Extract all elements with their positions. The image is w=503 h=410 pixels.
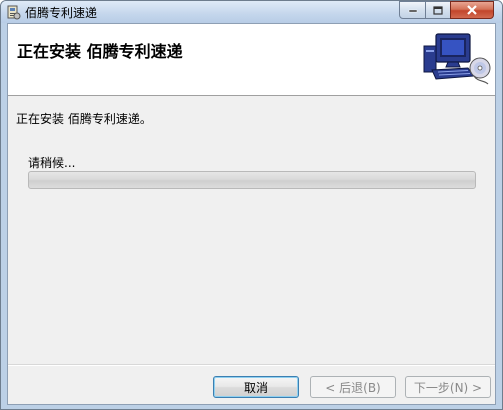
installer-window: 佰腾专利速递 正在安装 佰腾专利速递 正在安装 佰腾专利速递。 请稍候... 取… [0,0,503,410]
minimize-icon [408,9,417,13]
back-button[interactable]: < 后退(B) [310,376,396,398]
footer-divider [8,364,495,366]
close-button[interactable] [450,1,494,19]
computer-cd-icon [418,28,494,92]
cancel-button[interactable]: 取消 [213,376,299,398]
maximize-icon [433,5,443,15]
dialog-client-area: 正在安装 佰腾专利速递 正在安装 佰腾专利速递。 请稍候... 取消 < 后退(… [7,23,496,405]
minimize-button[interactable] [399,1,426,19]
maximize-button[interactable] [425,1,451,19]
banner-title: 正在安装 佰腾专利速递 [17,42,183,61]
close-icon [467,5,477,15]
header-banner: 正在安装 佰腾专利速递 [8,24,495,96]
install-status-text: 正在安装 佰腾专利速递。 [16,112,152,126]
window-title: 佰腾专利速递 [25,6,98,20]
next-button[interactable]: 下一步(N) > [405,376,491,398]
title-bar[interactable]: 佰腾专利速递 [1,1,502,23]
installer-app-icon[interactable] [5,4,21,20]
install-progress-bar [28,171,476,189]
please-wait-label: 请稍候... [28,156,76,170]
